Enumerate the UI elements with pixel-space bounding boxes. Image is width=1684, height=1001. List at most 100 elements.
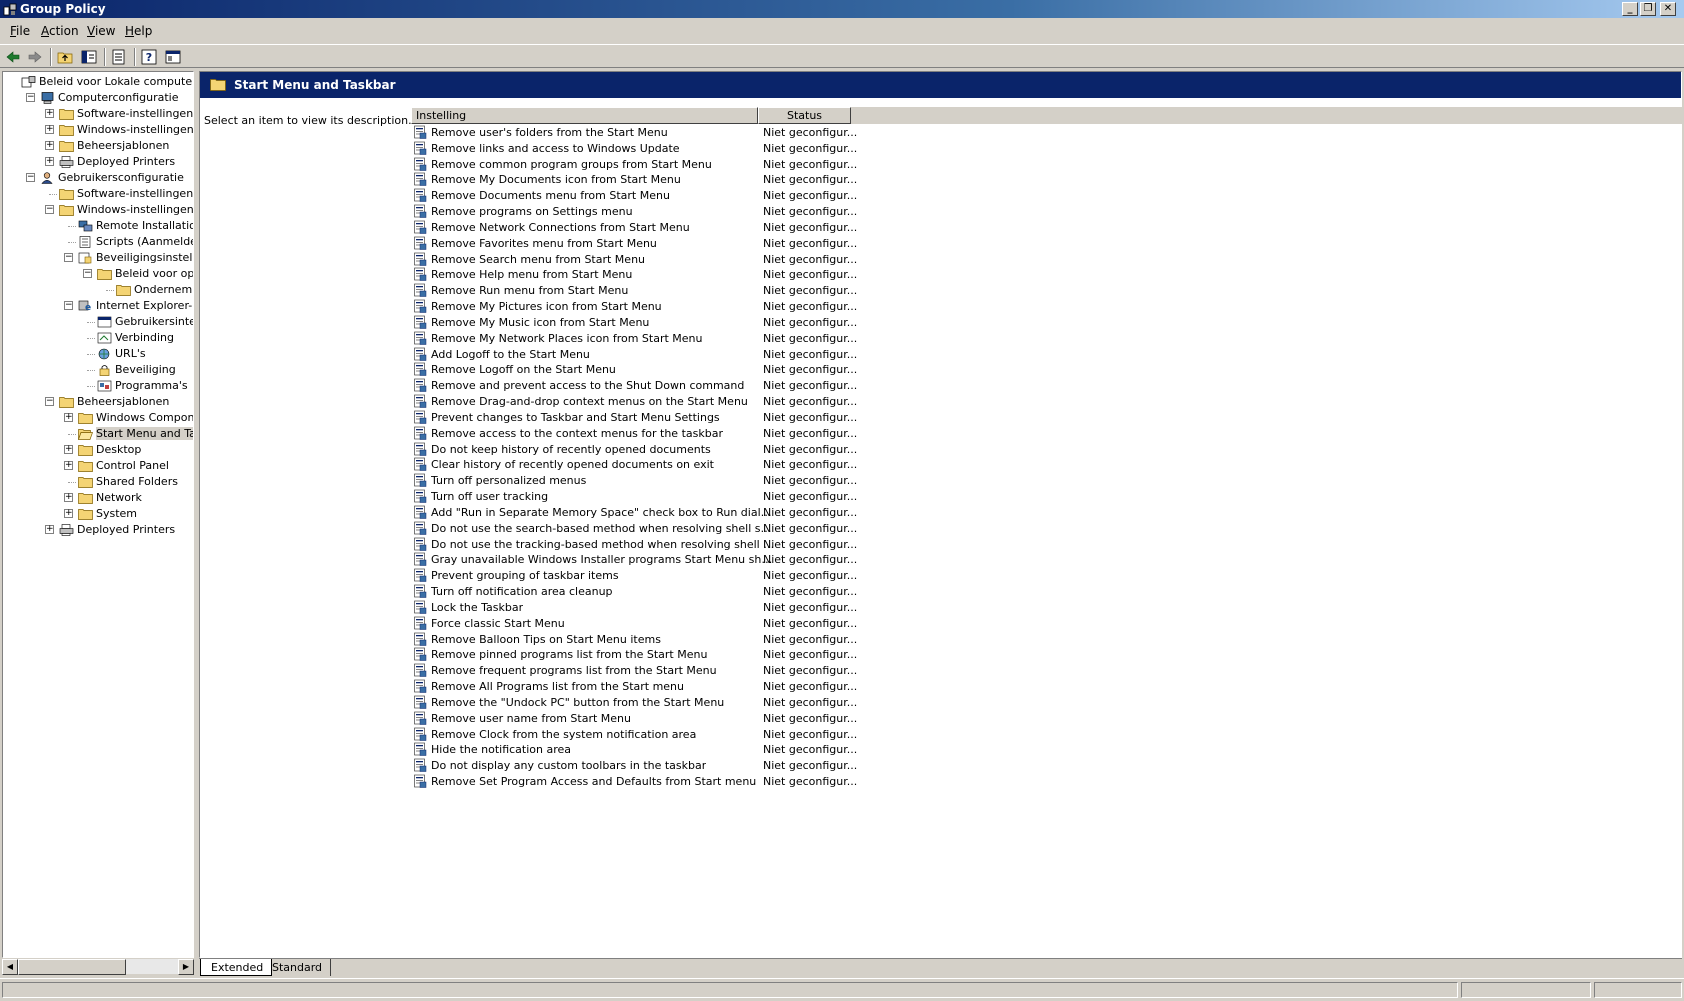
setting-row[interactable]: Remove My Music icon from Start Menu Niet… [411, 314, 1411, 331]
setting-row[interactable]: Force classic Start Menu Niet geconfigur.… [411, 615, 1411, 632]
collapse-minus-icon[interactable]: − [64, 253, 73, 262]
properties-icon[interactable] [164, 48, 182, 66]
setting-row[interactable]: Remove My Network Places icon from Start… [411, 330, 1411, 347]
tree-node[interactable]: Software-instellingen [3, 186, 193, 202]
tree-node[interactable]: Start Menu and Taskba [3, 426, 193, 442]
expand-plus-icon[interactable]: + [45, 125, 54, 134]
forward-arrow-icon[interactable] [26, 48, 44, 66]
tree-node[interactable]: + Network [3, 490, 193, 506]
collapse-minus-icon[interactable]: − [45, 397, 54, 406]
scroll-right-arrow-icon[interactable]: ▶ [178, 959, 194, 975]
tree-node[interactable]: Scripts (Aanmelden/Afr [3, 234, 193, 250]
collapse-minus-icon[interactable]: − [83, 269, 92, 278]
tree-node[interactable]: + Windows Components [3, 410, 193, 426]
export-list-icon[interactable] [110, 48, 128, 66]
menu-action[interactable]: Action [41, 24, 79, 38]
expand-plus-icon[interactable]: + [64, 461, 73, 470]
tab-standard[interactable]: Standard [262, 959, 332, 976]
tree-node[interactable]: + Software-instellingen [3, 106, 193, 122]
setting-row[interactable]: Remove frequent programs list from the S… [411, 662, 1411, 679]
setting-row[interactable]: Remove user name from Start Menu Niet gec… [411, 710, 1411, 727]
minimize-button[interactable]: _ [1622, 2, 1638, 16]
setting-row[interactable]: Add "Run in Separate Memory Space" check… [411, 504, 1411, 521]
tree-node[interactable]: + Deployed Printers [3, 522, 193, 538]
setting-row[interactable]: Turn off personalized menus Niet geconfig… [411, 472, 1411, 489]
tree-node[interactable]: − Beleid voor openba [3, 266, 193, 282]
collapse-minus-icon[interactable]: − [26, 93, 35, 102]
setting-row[interactable]: Remove Drag-and-drop context menus on th… [411, 393, 1411, 410]
setting-row[interactable]: Prevent grouping of taskbar items Niet ge… [411, 567, 1411, 584]
tree-node[interactable]: − e Internet Explorer-onde [3, 298, 193, 314]
console-tree[interactable]: Beleid voor Lokale computer − Computerconf… [2, 71, 194, 958]
collapse-minus-icon[interactable]: − [45, 205, 54, 214]
tree-node[interactable]: + System [3, 506, 193, 522]
setting-row[interactable]: Do not display any custom toolbars in th… [411, 757, 1411, 774]
tree-node[interactable]: Programma's [3, 378, 193, 394]
tree-horizontal-scrollbar[interactable]: ◀ ▶ [2, 958, 194, 975]
menu-help[interactable]: Help [125, 24, 152, 38]
tree-node[interactable]: − Beveiligingsinstellingen [3, 250, 193, 266]
tree-node[interactable]: + Desktop [3, 442, 193, 458]
setting-row[interactable]: Remove All Programs list from the Start … [411, 678, 1411, 695]
menu-file[interactable]: File [10, 24, 30, 38]
setting-row[interactable]: Remove and prevent access to the Shut Do… [411, 377, 1411, 394]
expand-plus-icon[interactable]: + [64, 413, 73, 422]
setting-row[interactable]: Prevent changes to Taskbar and Start Men… [411, 409, 1411, 426]
setting-row[interactable]: Remove programs on Settings menu Niet gec… [411, 203, 1411, 220]
tree-node[interactable]: − Windows-instellingen [3, 202, 193, 218]
tree-node[interactable]: Gebruikersinterface [3, 314, 193, 330]
expand-plus-icon[interactable]: + [64, 509, 73, 518]
restore-button[interactable]: ❐ [1640, 2, 1656, 16]
menu-view[interactable]: View [87, 24, 115, 38]
setting-row[interactable]: Hide the notification area Niet geconfigu… [411, 741, 1411, 758]
setting-row[interactable]: Remove Help menu from Start Menu Niet gec… [411, 266, 1411, 283]
tree-node[interactable]: + Control Panel [3, 458, 193, 474]
setting-row[interactable]: Remove access to the context menus for t… [411, 425, 1411, 442]
title-bar[interactable]: Group Policy _ ❐ ✕ [0, 0, 1684, 18]
scroll-left-arrow-icon[interactable]: ◀ [2, 959, 18, 975]
setting-row[interactable]: Gray unavailable Windows Installer progr… [411, 551, 1411, 568]
tree-node[interactable]: Beveiliging [3, 362, 193, 378]
setting-row[interactable]: Remove My Documents icon from Start Menu… [411, 171, 1411, 188]
setting-row[interactable]: Remove My Pictures icon from Start Menu N… [411, 298, 1411, 315]
setting-row[interactable]: Remove Favorites menu from Start Menu Nie… [411, 235, 1411, 252]
help-icon[interactable]: ? [140, 48, 158, 66]
tree-node[interactable]: − Gebruikersconfiguratie [3, 170, 193, 186]
setting-row[interactable]: Remove Network Connections from Start Me… [411, 219, 1411, 236]
tree-node[interactable]: Ondernemings [3, 282, 193, 298]
scroll-thumb[interactable] [18, 959, 126, 975]
collapse-minus-icon[interactable]: − [26, 173, 35, 182]
setting-row[interactable]: Remove Logoff on the Start Menu Niet geco… [411, 361, 1411, 378]
tree-node[interactable]: Remote Installation Ser [3, 218, 193, 234]
setting-row[interactable]: Turn off user tracking Niet geconfigur... [411, 488, 1411, 505]
setting-row[interactable]: Do not use the search-based method when … [411, 520, 1411, 537]
setting-row[interactable]: Lock the Taskbar Niet geconfigur... [411, 599, 1411, 616]
tree-node[interactable]: + Beheersjablonen [3, 138, 193, 154]
setting-row[interactable]: Remove Run menu from Start Menu Niet geco… [411, 282, 1411, 299]
setting-row[interactable]: Turn off notification area cleanup Niet g… [411, 583, 1411, 600]
tree-node[interactable]: URL's [3, 346, 193, 362]
tree-node[interactable]: + Windows-instellingen [3, 122, 193, 138]
close-button[interactable]: ✕ [1660, 2, 1676, 16]
expand-plus-icon[interactable]: + [45, 525, 54, 534]
tree-node[interactable]: Beleid voor Lokale computer [3, 74, 193, 90]
tree-node[interactable]: Verbinding [3, 330, 193, 346]
column-header-status[interactable]: Status [758, 107, 851, 124]
collapse-minus-icon[interactable]: − [64, 301, 73, 310]
show-hide-tree-icon[interactable] [80, 48, 98, 66]
expand-plus-icon[interactable]: + [45, 141, 54, 150]
setting-row[interactable]: Remove Documents menu from Start Menu Nie… [411, 187, 1411, 204]
setting-row[interactable]: Remove pinned programs list from the Sta… [411, 646, 1411, 663]
setting-row[interactable]: Remove links and access to Windows Updat… [411, 140, 1411, 157]
expand-plus-icon[interactable]: + [64, 445, 73, 454]
column-header-setting[interactable]: Instelling [411, 107, 758, 124]
tree-node[interactable]: − Beheersjablonen [3, 394, 193, 410]
expand-plus-icon[interactable]: + [64, 493, 73, 502]
expand-plus-icon[interactable]: + [45, 109, 54, 118]
setting-row[interactable]: Remove user's folders from the Start Men… [411, 124, 1411, 141]
back-arrow-icon[interactable] [4, 48, 22, 66]
expand-plus-icon[interactable]: + [45, 157, 54, 166]
setting-row[interactable]: Remove Set Program Access and Defaults f… [411, 773, 1411, 790]
up-folder-icon[interactable] [56, 48, 74, 66]
tree-node[interactable]: − Computerconfiguratie [3, 90, 193, 106]
